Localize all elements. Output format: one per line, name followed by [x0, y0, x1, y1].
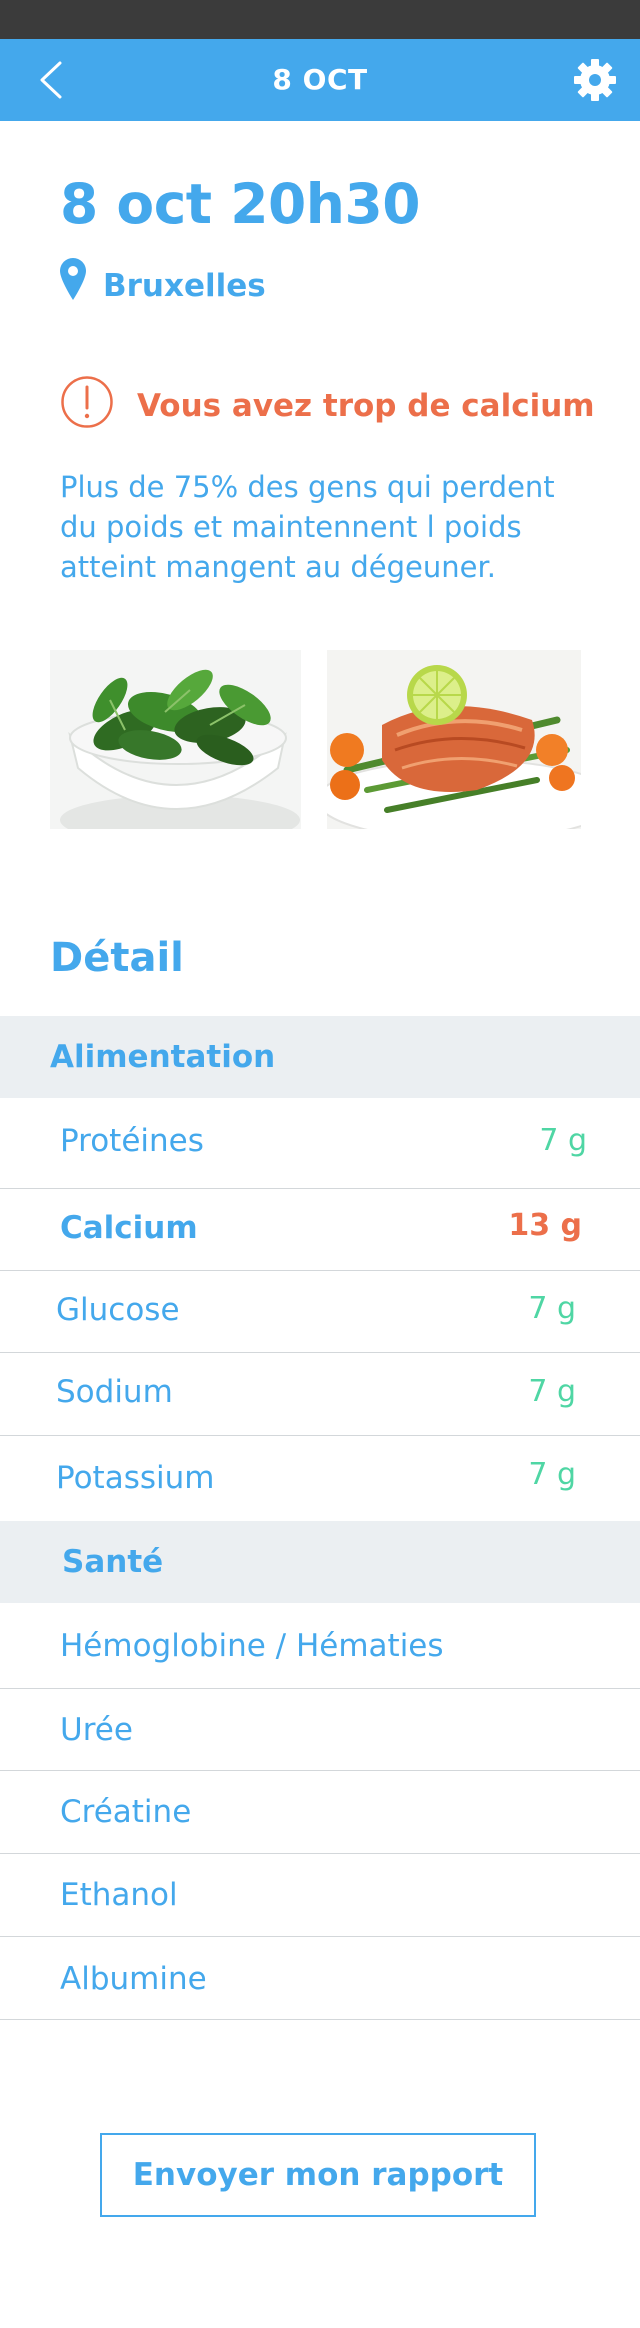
- report-datetime: 8 oct 20h30: [60, 172, 420, 236]
- nutrient-label: Potassium: [56, 1460, 215, 1496]
- health-metric-label: Créatine: [60, 1794, 192, 1830]
- alert-circle-icon: [61, 376, 113, 428]
- alert-description: Plus de 75% des gens qui perdent du poid…: [60, 470, 555, 584]
- nutrient-value: 7 g: [539, 1123, 587, 1158]
- nutrient-label: Protéines: [60, 1123, 204, 1159]
- health-metric-label: Ethanol: [60, 1877, 178, 1913]
- nutrient-label: Glucose: [56, 1292, 180, 1328]
- nutrient-label: Sodium: [56, 1374, 173, 1410]
- gear-icon[interactable]: [572, 57, 618, 103]
- navigation-bar: 8 OCT: [0, 39, 640, 121]
- alert-message: Vous avez trop de calcium: [137, 388, 595, 424]
- nutrient-value: 7 g: [528, 1291, 576, 1326]
- group-header-alimentation: Alimentation: [0, 1016, 640, 1098]
- list-item[interactable]: Albumine: [0, 1937, 640, 2020]
- list-item[interactable]: Calcium 13 g: [0, 1188, 640, 1271]
- page-title: 8 OCT: [272, 63, 368, 96]
- map-pin-icon: [60, 258, 86, 300]
- nutrient-value: 13 g: [508, 1208, 582, 1243]
- group-label: Alimentation: [50, 1039, 276, 1075]
- send-report-button[interactable]: Envoyer mon rapport: [100, 2133, 536, 2217]
- health-metric-label: Hémoglobine / Hématies: [60, 1628, 444, 1664]
- list-item[interactable]: Potassium 7 g: [0, 1435, 640, 1521]
- nutrient-value: 7 g: [528, 1374, 576, 1409]
- location-label: Bruxelles: [103, 268, 266, 304]
- salmon-photo: [327, 650, 581, 829]
- group-header-sante: Santé: [0, 1521, 640, 1603]
- list-item[interactable]: Hémoglobine / Hématies: [0, 1603, 640, 1689]
- list-item[interactable]: Créatine: [0, 1771, 640, 1854]
- nutrient-value: 7 g: [528, 1457, 576, 1492]
- list-item[interactable]: Ethanol: [0, 1854, 640, 1937]
- health-metric-label: Albumine: [60, 1961, 207, 1997]
- list-item[interactable]: Sodium 7 g: [0, 1352, 640, 1436]
- list-item[interactable]: Protéines 7 g: [0, 1098, 640, 1189]
- detail-section-title: Détail: [50, 935, 184, 981]
- spinach-photo: [50, 650, 301, 829]
- list-item[interactable]: Urée: [0, 1689, 640, 1771]
- group-label: Santé: [62, 1544, 164, 1580]
- nutrient-label: Calcium: [60, 1210, 198, 1246]
- status-bar: [0, 0, 640, 39]
- health-metric-label: Urée: [60, 1712, 133, 1748]
- list-item[interactable]: Glucose 7 g: [0, 1270, 640, 1353]
